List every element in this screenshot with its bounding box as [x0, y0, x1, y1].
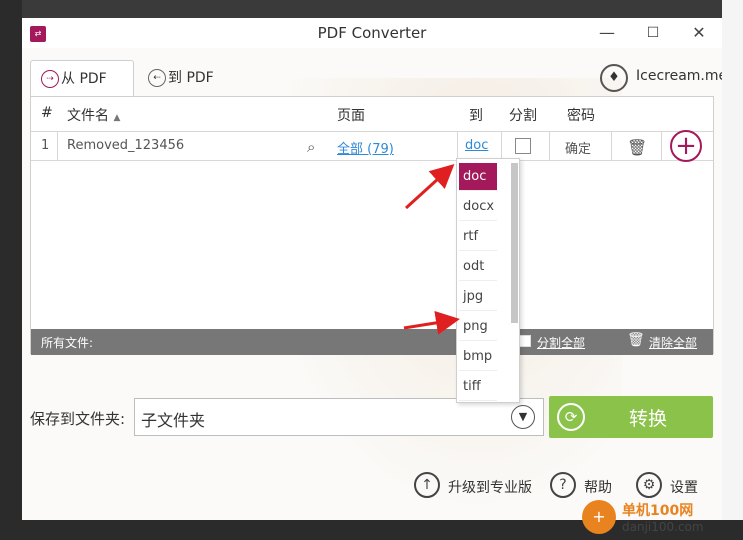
background-right — [722, 0, 743, 540]
pdf-converter-window: ⇄ PDF Converter — ☐ ✕ ⇢ 从 PDF ⇠ 到 PDF ♦ … — [22, 18, 722, 520]
watermark-logo-icon: + — [582, 500, 616, 534]
watermark-site-url: danji100.com — [622, 520, 704, 534]
background-strip — [0, 0, 743, 18]
annotation-arrow — [404, 163, 455, 210]
annotation-arrow — [403, 310, 460, 335]
annotation-arrows — [403, 163, 460, 335]
watermark-site-cn: 单机100网 — [622, 503, 694, 519]
background-left — [0, 0, 22, 540]
watermark: + 单机100网 danji100.com — [582, 496, 740, 540]
